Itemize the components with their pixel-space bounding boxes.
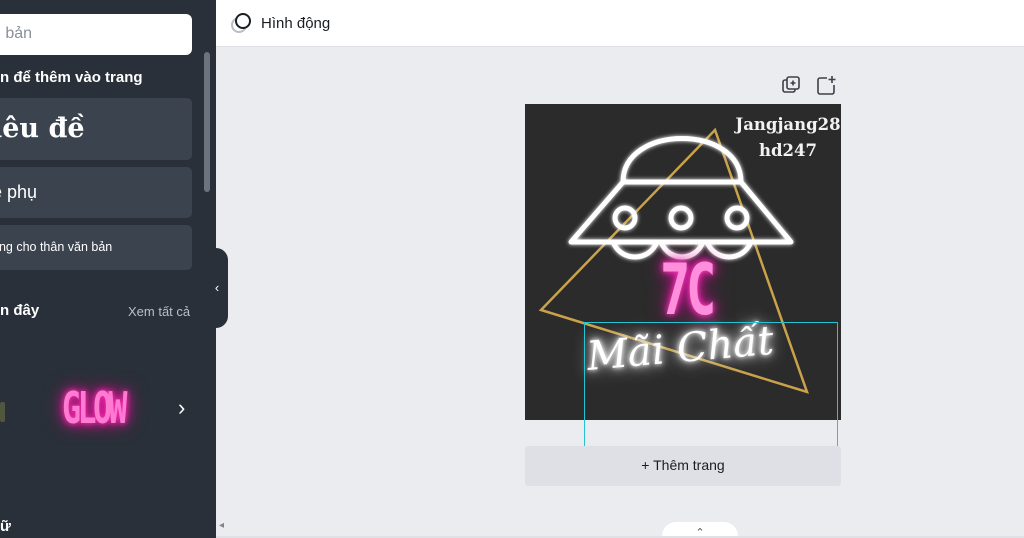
section-heading: ữ: [0, 518, 11, 535]
bottom-scroll-area: [216, 518, 1024, 538]
recent-heading: n đây: [0, 302, 40, 319]
animation-label: Hình động: [261, 14, 331, 32]
watermark-text: Jangjang28 hd247: [733, 112, 841, 164]
recent-item-glow[interactable]: GLOW: [62, 374, 166, 444]
glow-text: GLOW: [62, 383, 127, 434]
design-page[interactable]: Jangjang28 hd247 7C Mãi Chất: [525, 104, 841, 420]
collapse-panel-button[interactable]: ‹: [206, 248, 228, 328]
add-heading-button[interactable]: iêu đề: [0, 98, 192, 160]
text-search-box[interactable]: n bản: [0, 14, 192, 55]
add-page-label: + Thêm trang: [641, 457, 725, 473]
recent-item-partial[interactable]: [0, 402, 5, 422]
left-panel: n bản n để thêm vào trang iêu đề ề phụ u…: [0, 0, 216, 538]
search-input[interactable]: n bản: [0, 25, 32, 43]
add-page-button[interactable]: + Thêm trang: [525, 446, 841, 486]
sidebar-scrollbar[interactable]: [204, 52, 210, 192]
add-text-heading: n để thêm vào trang: [0, 69, 143, 86]
add-subheading-button[interactable]: ề phụ: [0, 167, 192, 218]
animation-button[interactable]: Hình động: [230, 10, 330, 36]
page-tools: [780, 74, 840, 98]
chevron-right-icon[interactable]: ›: [178, 396, 198, 420]
top-toolbar: Hình động: [216, 0, 1024, 47]
add-page-icon[interactable]: [815, 74, 837, 96]
watermark-line-2: hd247: [759, 141, 817, 160]
add-body-text-button[interactable]: ung cho thân văn bản: [0, 225, 192, 270]
chevron-left-icon: ‹: [214, 280, 220, 295]
neon-class-text[interactable]: 7C: [654, 250, 719, 330]
see-all-link[interactable]: Xem tất cả: [128, 304, 190, 319]
duplicate-page-icon[interactable]: [780, 74, 802, 96]
animation-icon: [231, 13, 251, 33]
scroll-left-arrow-icon[interactable]: ◂: [219, 520, 224, 531]
watermark-line-1: Jangjang28: [735, 115, 841, 134]
